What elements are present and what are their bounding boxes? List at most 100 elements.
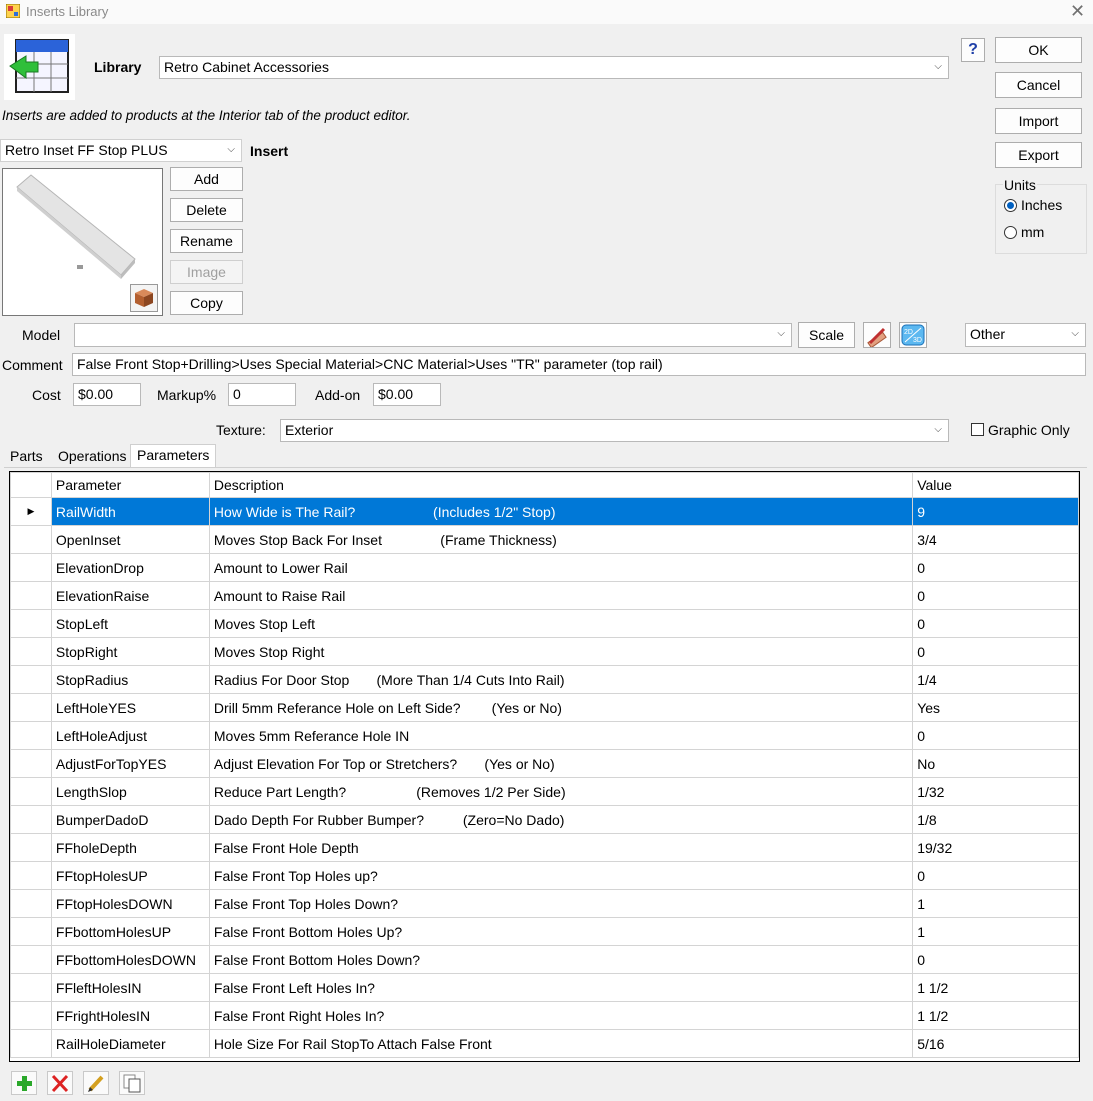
parameter-cell[interactable]: RailHoleDiameter (50, 1029, 210, 1058)
parameter-cell[interactable]: LeftHoleAdjust (50, 721, 210, 750)
value-cell[interactable]: Yes (912, 693, 1079, 722)
description-cell[interactable]: False Front Right Holes In? (208, 1001, 914, 1030)
table-row[interactable]: ElevationDrop Amount to Lower Rail 0 (10, 553, 1079, 582)
ok-button[interactable]: OK (995, 37, 1082, 63)
2d-3d-button[interactable]: 2D 3D (899, 322, 927, 348)
cost-field[interactable]: $0.00 (73, 383, 141, 406)
row-header[interactable] (10, 749, 52, 778)
table-row[interactable]: FFrightHolesIN False Front Right Holes In… (10, 1001, 1079, 1030)
table-row[interactable]: BumperDadoD Dado Depth For Rubber Bumper?… (10, 805, 1079, 834)
parameter-cell[interactable]: OpenInset (50, 525, 210, 554)
add-insert-button[interactable]: Add (170, 167, 243, 191)
row-header[interactable] (10, 637, 52, 666)
parameter-cell[interactable]: FFleftHolesIN (50, 973, 210, 1002)
row-header[interactable]: ▶ (10, 497, 52, 526)
parameter-cell[interactable]: StopLeft (50, 609, 210, 638)
row-header[interactable] (10, 833, 52, 862)
description-cell[interactable]: Dado Depth For Rubber Bumper? (Zero=No D… (208, 805, 914, 834)
row-header[interactable] (10, 889, 52, 918)
description-cell[interactable]: Amount to Raise Rail (208, 581, 914, 610)
table-row[interactable]: FFholeDepth False Front Hole Depth 19/32 (10, 833, 1079, 862)
close-icon[interactable]: ✕ (1070, 1, 1085, 22)
description-cell[interactable]: Reduce Part Length? (Removes 1/2 Per Sid… (208, 777, 914, 806)
scale-button[interactable]: Scale (798, 322, 855, 348)
row-header[interactable] (10, 973, 52, 1002)
texture-select[interactable]: Exterior ⌵ (280, 419, 949, 442)
description-cell[interactable]: False Front Bottom Holes Up? (208, 917, 914, 946)
addon-field[interactable]: $0.00 (373, 383, 441, 406)
value-cell[interactable]: 1 1/2 (912, 1001, 1079, 1030)
parameter-cell[interactable]: AdjustForTopYES (50, 749, 210, 778)
3d-view-button[interactable] (130, 284, 158, 312)
row-header[interactable] (10, 805, 52, 834)
import-button[interactable]: Import (995, 108, 1082, 134)
description-cell[interactable]: False Front Left Holes In? (208, 973, 914, 1002)
insert-select[interactable]: Retro Inset FF Stop PLUS ⌵ (0, 139, 242, 162)
description-cell[interactable]: False Front Hole Depth (208, 833, 914, 862)
row-header[interactable] (10, 1029, 52, 1058)
tab-parameters[interactable]: Parameters (130, 444, 217, 468)
column-header-description[interactable]: Description (208, 472, 914, 498)
table-row[interactable]: ▶ RailWidth How Wide is The Rail? (Include… (10, 497, 1079, 526)
value-cell[interactable]: No (912, 749, 1079, 778)
row-header[interactable] (10, 693, 52, 722)
table-row[interactable]: FFtopHolesDOWN False Front Top Holes Down… (10, 889, 1079, 918)
graphic-only-checkbox[interactable] (971, 423, 984, 436)
description-cell[interactable]: Moves Stop Back For Inset (Frame Thickne… (208, 525, 914, 554)
parameter-cell[interactable]: FFholeDepth (50, 833, 210, 862)
value-cell[interactable]: 1/8 (912, 805, 1079, 834)
comment-field[interactable]: False Front Stop+Drilling>Uses Special M… (72, 353, 1086, 376)
markup-field[interactable]: 0 (228, 383, 296, 406)
value-cell[interactable]: 1/32 (912, 777, 1079, 806)
description-cell[interactable]: Moves 5mm Referance Hole IN (208, 721, 914, 750)
description-cell[interactable]: False Front Bottom Holes Down? (208, 945, 914, 974)
edit-model-button[interactable] (863, 322, 891, 349)
row-header[interactable] (10, 525, 52, 554)
description-cell[interactable]: False Front Top Holes up? (208, 861, 914, 890)
table-row[interactable]: StopRight Moves Stop Right 0 (10, 637, 1079, 666)
value-cell[interactable]: 5/16 (912, 1029, 1079, 1058)
row-header[interactable] (10, 861, 52, 890)
row-header[interactable] (10, 721, 52, 750)
table-row[interactable]: StopRadius Radius For Door Stop (More Tha… (10, 665, 1079, 694)
table-row[interactable]: FFbottomHolesUP False Front Bottom Holes … (10, 917, 1079, 946)
table-row[interactable]: OpenInset Moves Stop Back For Inset (Fram… (10, 525, 1079, 554)
description-cell[interactable]: Adjust Elevation For Top or Stretchers? … (208, 749, 914, 778)
export-button[interactable]: Export (995, 142, 1082, 168)
value-cell[interactable]: 1 (912, 889, 1079, 918)
parameter-cell[interactable]: LeftHoleYES (50, 693, 210, 722)
description-cell[interactable]: Radius For Door Stop (More Than 1/4 Cuts… (208, 665, 914, 694)
value-cell[interactable]: 0 (912, 553, 1079, 582)
parameter-cell[interactable]: FFbottomHolesUP (50, 917, 210, 946)
description-cell[interactable]: Amount to Lower Rail (208, 553, 914, 582)
description-cell[interactable]: Moves Stop Left (208, 609, 914, 638)
value-cell[interactable]: 0 (912, 609, 1079, 638)
parameter-cell[interactable]: FFrightHolesIN (50, 1001, 210, 1030)
table-row[interactable]: LeftHoleAdjust Moves 5mm Referance Hole I… (10, 721, 1079, 750)
value-cell[interactable]: 0 (912, 945, 1079, 974)
help-icon[interactable]: ? (961, 38, 985, 62)
description-cell[interactable]: Drill 5mm Referance Hole on Left Side? (… (208, 693, 914, 722)
parameter-cell[interactable]: ElevationRaise (50, 581, 210, 610)
value-cell[interactable]: 1 1/2 (912, 973, 1079, 1002)
edit-row-button[interactable] (83, 1071, 109, 1095)
cancel-button[interactable]: Cancel (995, 72, 1082, 98)
add-row-button[interactable] (11, 1071, 37, 1095)
row-header[interactable] (10, 917, 52, 946)
parameter-cell[interactable]: StopRight (50, 637, 210, 666)
value-cell[interactable]: 3/4 (912, 525, 1079, 554)
model-category-select[interactable]: Other ⌵ (965, 323, 1086, 347)
row-header[interactable] (10, 945, 52, 974)
parameter-cell[interactable]: FFbottomHolesDOWN (50, 945, 210, 974)
row-header[interactable] (10, 553, 52, 582)
parameter-cell[interactable]: ElevationDrop (50, 553, 210, 582)
table-row[interactable]: ElevationRaise Amount to Raise Rail 0 (10, 581, 1079, 610)
parameter-cell[interactable]: StopRadius (50, 665, 210, 694)
table-row[interactable]: FFleftHolesIN False Front Left Holes In? 1… (10, 973, 1079, 1002)
table-row[interactable]: RailHoleDiameter Hole Size For Rail StopT… (10, 1029, 1079, 1058)
value-cell[interactable]: 0 (912, 861, 1079, 890)
value-cell[interactable]: 9 (912, 497, 1079, 526)
value-cell[interactable]: 19/32 (912, 833, 1079, 862)
value-cell[interactable]: 0 (912, 721, 1079, 750)
table-row[interactable]: LengthSlop Reduce Part Length? (Removes 1… (10, 777, 1079, 806)
